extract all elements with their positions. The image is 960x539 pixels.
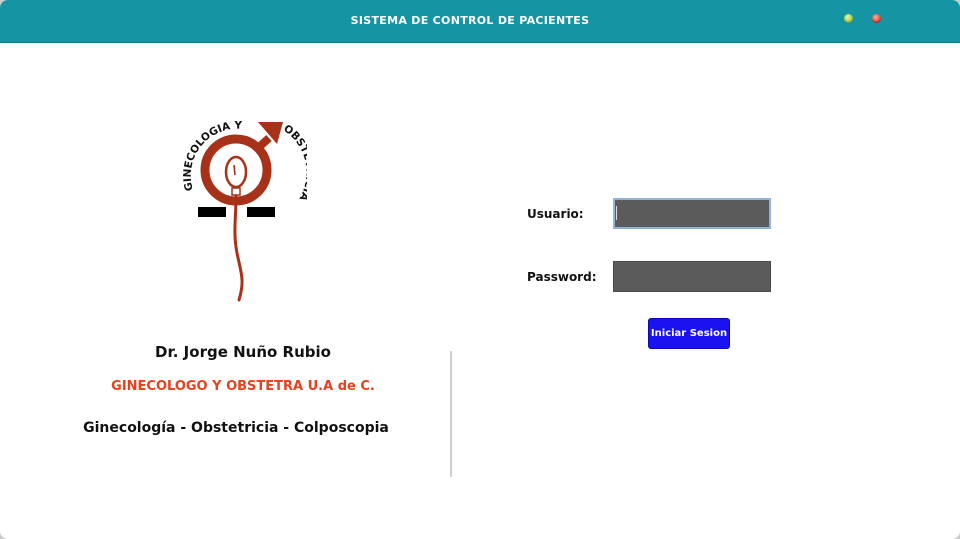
username-input[interactable] <box>613 198 771 229</box>
username-label: Usuario: <box>527 207 584 221</box>
title-bar[interactable]: SISTEMA DE CONTROL DE PACIENTES <box>0 0 960 43</box>
doctor-name: Dr. Jorge Nuño Rubio <box>155 343 331 361</box>
login-button[interactable]: Iniciar Sesion <box>648 318 730 349</box>
logo-neck <box>231 187 241 196</box>
password-input[interactable] <box>613 261 771 292</box>
logo-bar-left <box>198 207 226 217</box>
logo-tail <box>233 194 244 302</box>
logo-bar-right <box>247 207 275 217</box>
app-window: SISTEMA DE CONTROL DE PACIENTES GINECOLO… <box>0 0 960 539</box>
doctor-specialty: GINECOLOGO Y OBSTETRA U.A de C. <box>111 379 375 394</box>
logo-ovule <box>224 155 248 189</box>
close-button[interactable] <box>872 14 881 23</box>
logo-ovule-mark <box>233 164 236 176</box>
logo-arc-text-right: OBSTETRICIA <box>281 123 307 204</box>
doctor-services: Ginecología - Obstetricia - Colposcopia <box>83 420 389 436</box>
clinic-logo: GINECOLOGIA Y OBSTETRICIA <box>182 120 307 302</box>
text-caret <box>616 206 617 220</box>
password-label: Password: <box>527 270 597 284</box>
vertical-divider <box>450 351 452 477</box>
window-title: SISTEMA DE CONTROL DE PACIENTES <box>350 14 590 27</box>
logo-arrow-shaft <box>255 135 272 151</box>
minimize-button[interactable] <box>844 14 853 23</box>
